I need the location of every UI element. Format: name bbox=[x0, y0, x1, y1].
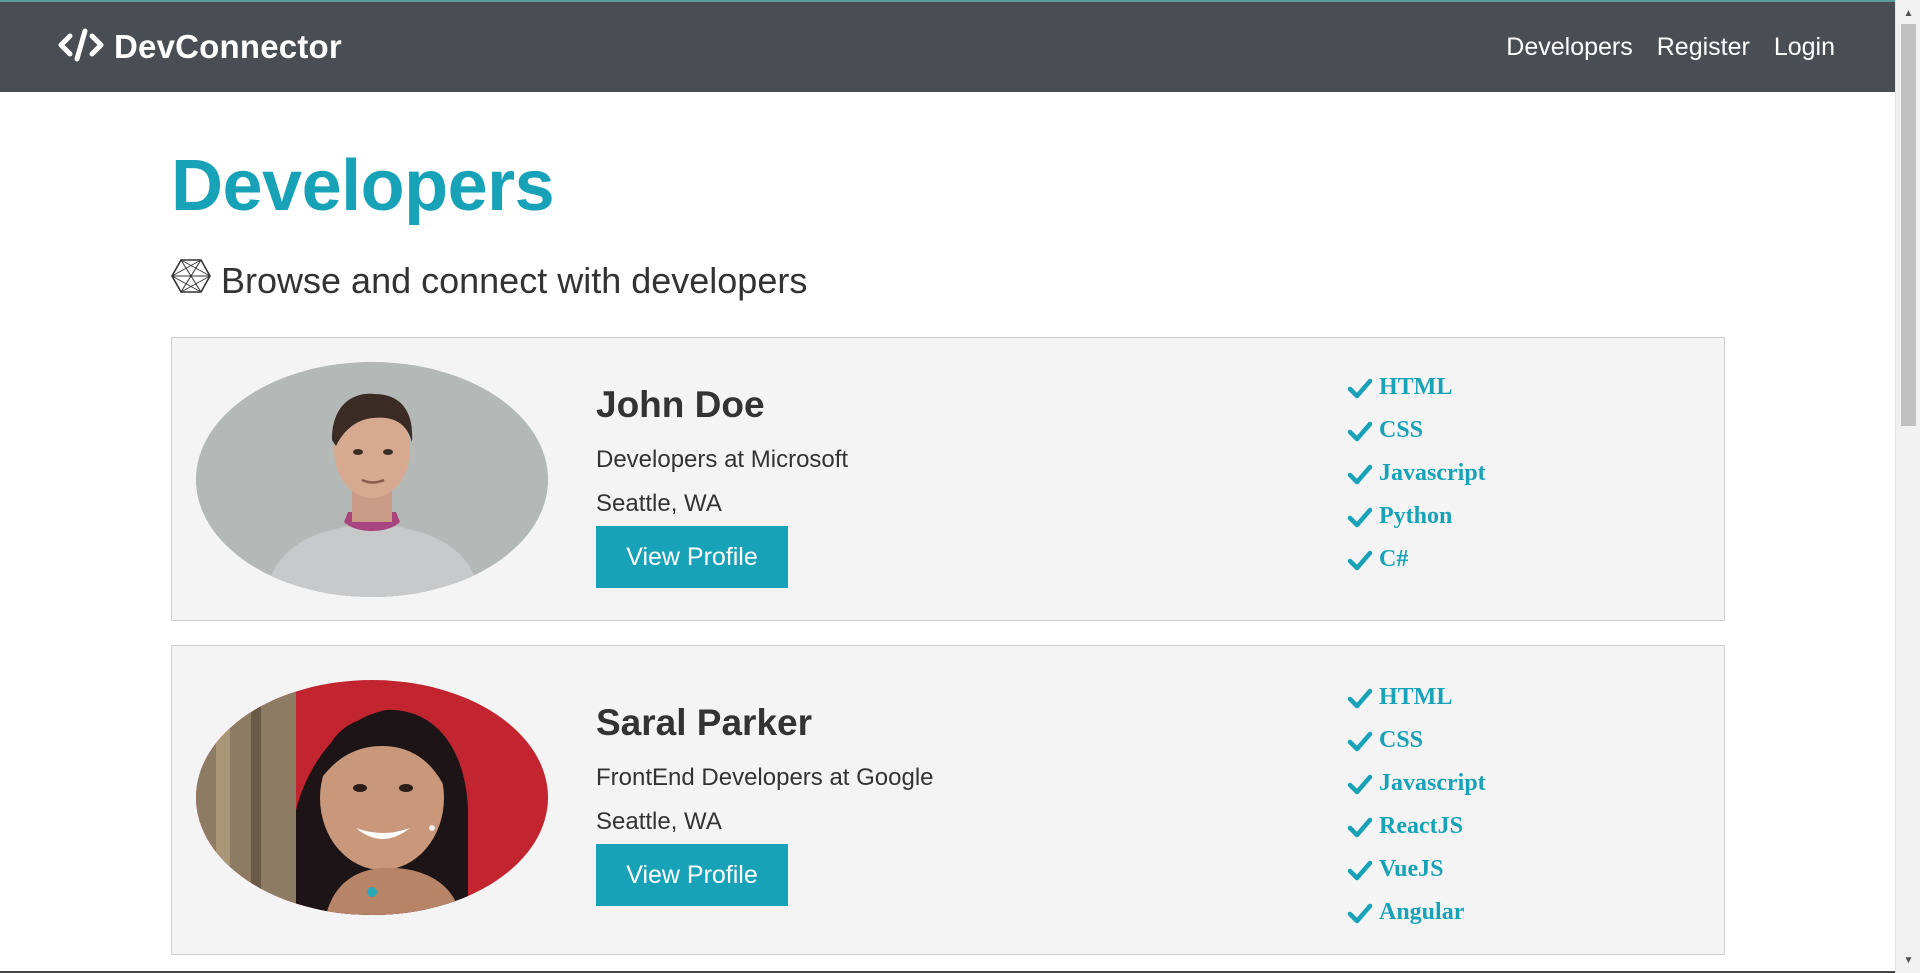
main-container: Developers Browse and connect with devel… bbox=[171, 92, 1725, 956]
check-icon bbox=[1347, 464, 1373, 484]
navbar: DevConnector Developers Register Login bbox=[0, 0, 1895, 92]
code-icon bbox=[58, 28, 104, 67]
nav-link-developers[interactable]: Developers bbox=[1506, 33, 1632, 62]
check-icon bbox=[1347, 774, 1373, 794]
skill-item: CSS bbox=[1347, 719, 1486, 762]
scroll-thumb[interactable] bbox=[1901, 24, 1916, 426]
nav-links: Developers Register Login bbox=[1506, 33, 1835, 62]
developer-location: Seattle, WA bbox=[596, 808, 722, 836]
profile-info: John Doe Developers at Microsoft Seattle… bbox=[596, 384, 849, 589]
check-icon bbox=[1347, 421, 1373, 441]
view-profile-button[interactable]: View Profile bbox=[596, 526, 788, 589]
nav-link-register[interactable]: Register bbox=[1657, 33, 1750, 62]
view-profile-button[interactable]: View Profile bbox=[596, 844, 788, 907]
check-icon bbox=[1347, 550, 1373, 570]
skill-item: C# bbox=[1347, 538, 1486, 581]
brand-name: DevConnector bbox=[114, 28, 342, 65]
page-lead: Browse and connect with developers bbox=[171, 258, 1725, 303]
skill-label: HTML bbox=[1379, 684, 1453, 711]
skill-label: C# bbox=[1379, 546, 1409, 573]
skills-list: HTML CSS Javascript Python C# bbox=[1347, 366, 1486, 581]
check-icon bbox=[1347, 817, 1373, 837]
skill-item: Python bbox=[1347, 495, 1486, 538]
profile-info: Saral Parker FrontEnd Developers at Goog… bbox=[596, 702, 934, 907]
avatar bbox=[196, 680, 548, 916]
check-icon bbox=[1347, 507, 1373, 527]
connectdevelop-icon bbox=[171, 258, 211, 303]
check-icon bbox=[1347, 731, 1373, 751]
brand-link[interactable]: DevConnector bbox=[58, 28, 342, 67]
skill-label: VueJS bbox=[1379, 856, 1444, 883]
skill-label: Angular bbox=[1379, 899, 1465, 926]
skill-item: ReactJS bbox=[1347, 805, 1486, 848]
developer-name: Saral Parker bbox=[596, 702, 813, 744]
scroll-down-arrow-icon[interactable]: ▼ bbox=[1896, 950, 1920, 970]
skill-item: HTML bbox=[1347, 676, 1486, 719]
page-title: Developers bbox=[171, 146, 555, 226]
skill-label: ReactJS bbox=[1379, 813, 1463, 840]
check-icon bbox=[1347, 860, 1373, 880]
skills-list: HTML CSS Javascript ReactJS VueJS Angula… bbox=[1347, 676, 1486, 934]
scroll-up-arrow-icon[interactable]: ▲ bbox=[1896, 3, 1920, 23]
avatar bbox=[196, 362, 548, 598]
developer-location: Seattle, WA bbox=[596, 490, 722, 518]
skill-label: CSS bbox=[1379, 417, 1424, 444]
skill-item: CSS bbox=[1347, 409, 1486, 452]
skill-label: Python bbox=[1379, 503, 1453, 530]
check-icon bbox=[1347, 378, 1373, 398]
profile-card: John Doe Developers at Microsoft Seattle… bbox=[171, 337, 1725, 622]
vertical-scrollbar[interactable]: ▲ ▼ bbox=[1895, 0, 1920, 973]
skill-item: VueJS bbox=[1347, 848, 1486, 891]
check-icon bbox=[1347, 903, 1373, 923]
page-lead-text: Browse and connect with developers bbox=[221, 259, 808, 301]
skill-label: CSS bbox=[1379, 727, 1424, 754]
developer-name: John Doe bbox=[596, 384, 765, 426]
skill-item: Javascript bbox=[1347, 452, 1486, 495]
skill-label: Javascript bbox=[1379, 770, 1486, 797]
skill-label: HTML bbox=[1379, 374, 1453, 401]
developer-status: FrontEnd Developers at Google bbox=[596, 764, 934, 792]
nav-link-login[interactable]: Login bbox=[1774, 33, 1835, 62]
skill-item: HTML bbox=[1347, 366, 1486, 409]
developer-status: Developers at Microsoft bbox=[596, 446, 849, 474]
skill-item: Javascript bbox=[1347, 762, 1486, 805]
skill-item: Angular bbox=[1347, 891, 1486, 934]
check-icon bbox=[1347, 688, 1373, 708]
profile-card: Saral Parker FrontEnd Developers at Goog… bbox=[171, 645, 1725, 956]
skill-label: Javascript bbox=[1379, 460, 1486, 487]
